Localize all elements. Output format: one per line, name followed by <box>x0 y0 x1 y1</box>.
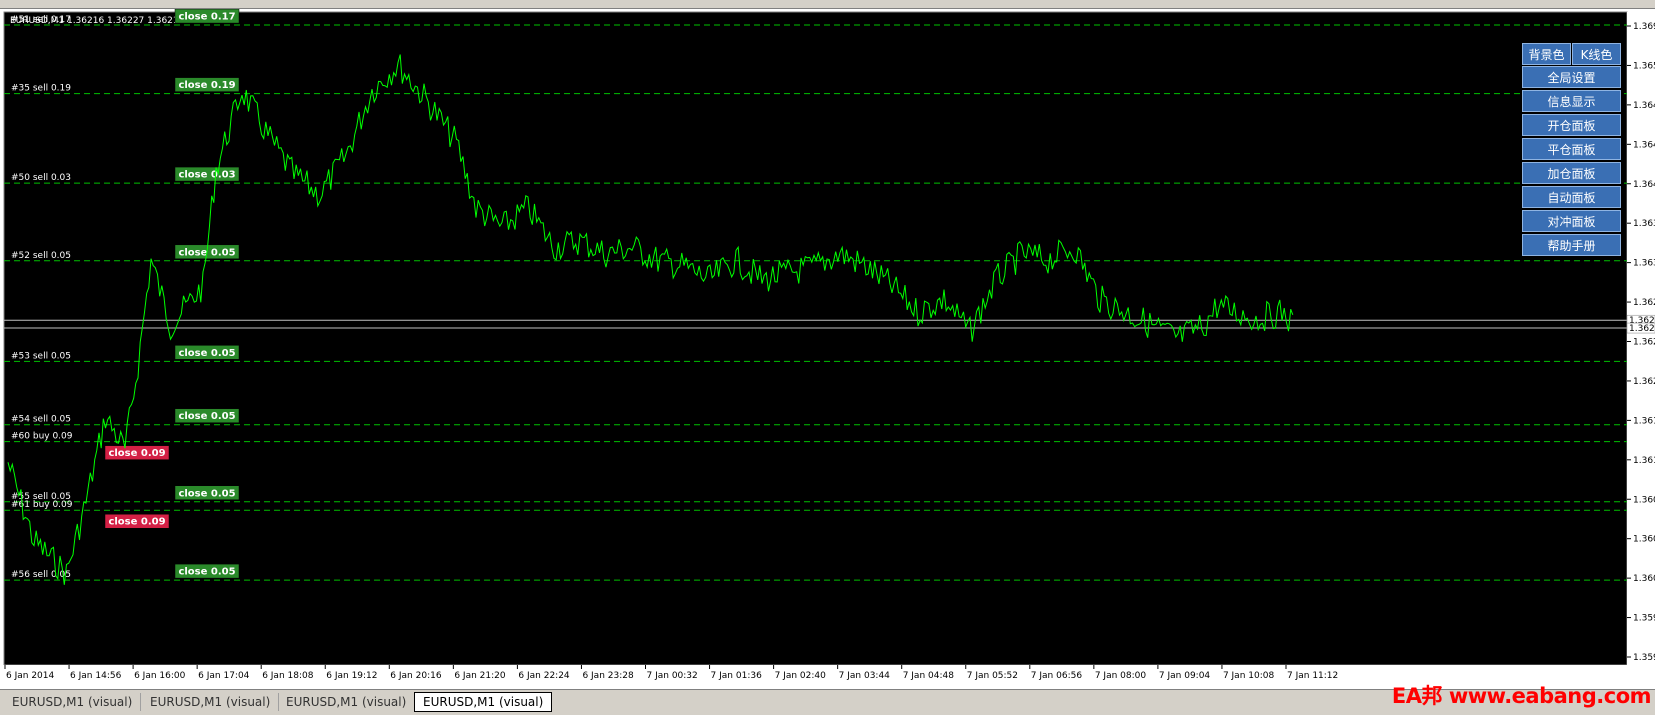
x-tick-label: 6 Jan 19:12 <box>326 671 377 681</box>
x-tick-label: 7 Jan 09:04 <box>1159 671 1211 681</box>
order-label: #54 sell 0.05 <box>11 415 71 425</box>
close-order-label[interactable]: close 0.17 <box>178 12 235 23</box>
x-tick-label: 7 Jan 11:12 <box>1287 671 1338 681</box>
x-tick-label: 6 Jan 21:20 <box>454 671 506 681</box>
close-order-label[interactable]: close 0.09 <box>108 448 165 459</box>
tab-chart-3[interactable]: EURUSD,M1 (visual) <box>278 693 416 711</box>
y-tick-label: 1.361 <box>1633 456 1655 466</box>
open-panel-button[interactable]: 开仓面板 <box>1522 114 1621 136</box>
order-label: #56 sell 0.05 <box>11 570 71 580</box>
help-manual-button[interactable]: 帮助手册 <box>1522 234 1621 256</box>
order-label: #52 sell 0.05 <box>11 251 71 261</box>
order-label: #53 sell 0.05 <box>11 351 71 361</box>
background-color-button[interactable]: 背景色 <box>1522 43 1571 65</box>
close-order-label[interactable]: close 0.05 <box>178 411 235 422</box>
x-tick-label: 7 Jan 05:52 <box>967 671 1018 681</box>
close-order-label[interactable]: close 0.19 <box>178 80 235 91</box>
top-toolbar <box>0 0 1655 9</box>
x-tick-label: 7 Jan 10:08 <box>1223 671 1275 681</box>
x-tick-label: 7 Jan 06:56 <box>1031 671 1083 681</box>
tab-chart-4[interactable]: EURUSD,M1 (visual) <box>414 692 553 712</box>
close-panel-button[interactable]: 平仓面板 <box>1522 138 1621 160</box>
close-order-label[interactable]: close 0.05 <box>178 348 235 359</box>
x-tick-label: 6 Jan 23:28 <box>582 671 634 681</box>
y-tick-label: 1.369 <box>1633 22 1655 32</box>
tab-chart-1[interactable]: EURUSD,M1 (visual) <box>4 693 142 711</box>
x-tick-label: 6 Jan 14:56 <box>70 671 122 681</box>
info-display-button[interactable]: 信息显示 <box>1522 90 1621 112</box>
x-tick-label: 7 Jan 00:32 <box>647 671 698 681</box>
x-tick-label: 7 Jan 04:48 <box>903 671 955 681</box>
chart-svg[interactable]: EURUSD,M1 1.36216 1.36227 1.36214 1.3622… <box>0 9 1655 689</box>
hedge-panel-button[interactable]: 对冲面板 <box>1522 210 1621 232</box>
y-tick-label: 1.362 <box>1633 338 1655 348</box>
y-tick-label: 1.359 <box>1633 614 1655 624</box>
x-tick-label: 6 Jan 20:16 <box>390 671 442 681</box>
order-label: #50 sell 0.03 <box>11 173 71 183</box>
order-label: #61 buy 0.09 <box>11 500 73 510</box>
price-chart[interactable]: EURUSD,M1 1.36216 1.36227 1.36214 1.3622… <box>0 9 1655 689</box>
close-order-label[interactable]: close 0.03 <box>178 170 235 181</box>
x-tick-label: 6 Jan 22:24 <box>518 671 570 681</box>
plot-area <box>3 11 1628 666</box>
x-tick-label: 7 Jan 03:44 <box>839 671 891 681</box>
global-settings-button[interactable]: 全局设置 <box>1522 66 1621 88</box>
y-tick-label: 1.364 <box>1633 101 1655 111</box>
y-tick-label: 1.360 <box>1633 495 1655 505</box>
x-tick-label: 6 Jan 18:08 <box>262 671 314 681</box>
x-tick-label: 7 Jan 02:40 <box>775 671 827 681</box>
auto-panel-button[interactable]: 自动面板 <box>1522 186 1621 208</box>
kline-color-button[interactable]: K线色 <box>1572 43 1621 65</box>
y-tick-label: 1.364 <box>1633 180 1655 190</box>
y-axis-area <box>1627 12 1655 689</box>
order-label: #51 sell 0.17 <box>11 15 71 25</box>
y-tick-label: 1.363 <box>1633 259 1655 269</box>
y-tick-label: 1.362 <box>1633 377 1655 387</box>
close-order-label[interactable]: close 0.05 <box>178 488 235 499</box>
y-tick-label: 1.360 <box>1633 574 1655 584</box>
y-tick-label: 1.362 <box>1633 298 1655 308</box>
close-order-label[interactable]: close 0.09 <box>108 517 165 528</box>
x-tick-label: 6 Jan 16:00 <box>134 671 186 681</box>
x-tick-label: 7 Jan 08:00 <box>1095 671 1147 681</box>
y-tick-label: 1.365 <box>1633 61 1655 71</box>
x-tick-label: 6 Jan 2014 <box>6 671 54 681</box>
order-label: #60 buy 0.09 <box>11 432 73 442</box>
tab-chart-2[interactable]: EURUSD,M1 (visual) <box>142 693 280 711</box>
order-label: #35 sell 0.19 <box>11 84 71 94</box>
add-position-panel-button[interactable]: 加仓面板 <box>1522 162 1621 184</box>
watermark: EA邦 www.eabang.com <box>1391 684 1652 708</box>
y-tick-label: 1.360 <box>1633 535 1655 545</box>
y-tick-label: 1.364 <box>1633 140 1655 150</box>
x-tick-label: 7 Jan 01:36 <box>711 671 763 681</box>
y-tick-label: 1.363 <box>1633 219 1655 229</box>
x-tick-label: 6 Jan 17:04 <box>198 671 250 681</box>
price-tag-label: 1.362 <box>1629 324 1655 334</box>
y-tick-label: 1.359 <box>1633 653 1655 663</box>
close-order-label[interactable]: close 0.05 <box>178 567 235 578</box>
y-tick-label: 1.361 <box>1633 416 1655 426</box>
